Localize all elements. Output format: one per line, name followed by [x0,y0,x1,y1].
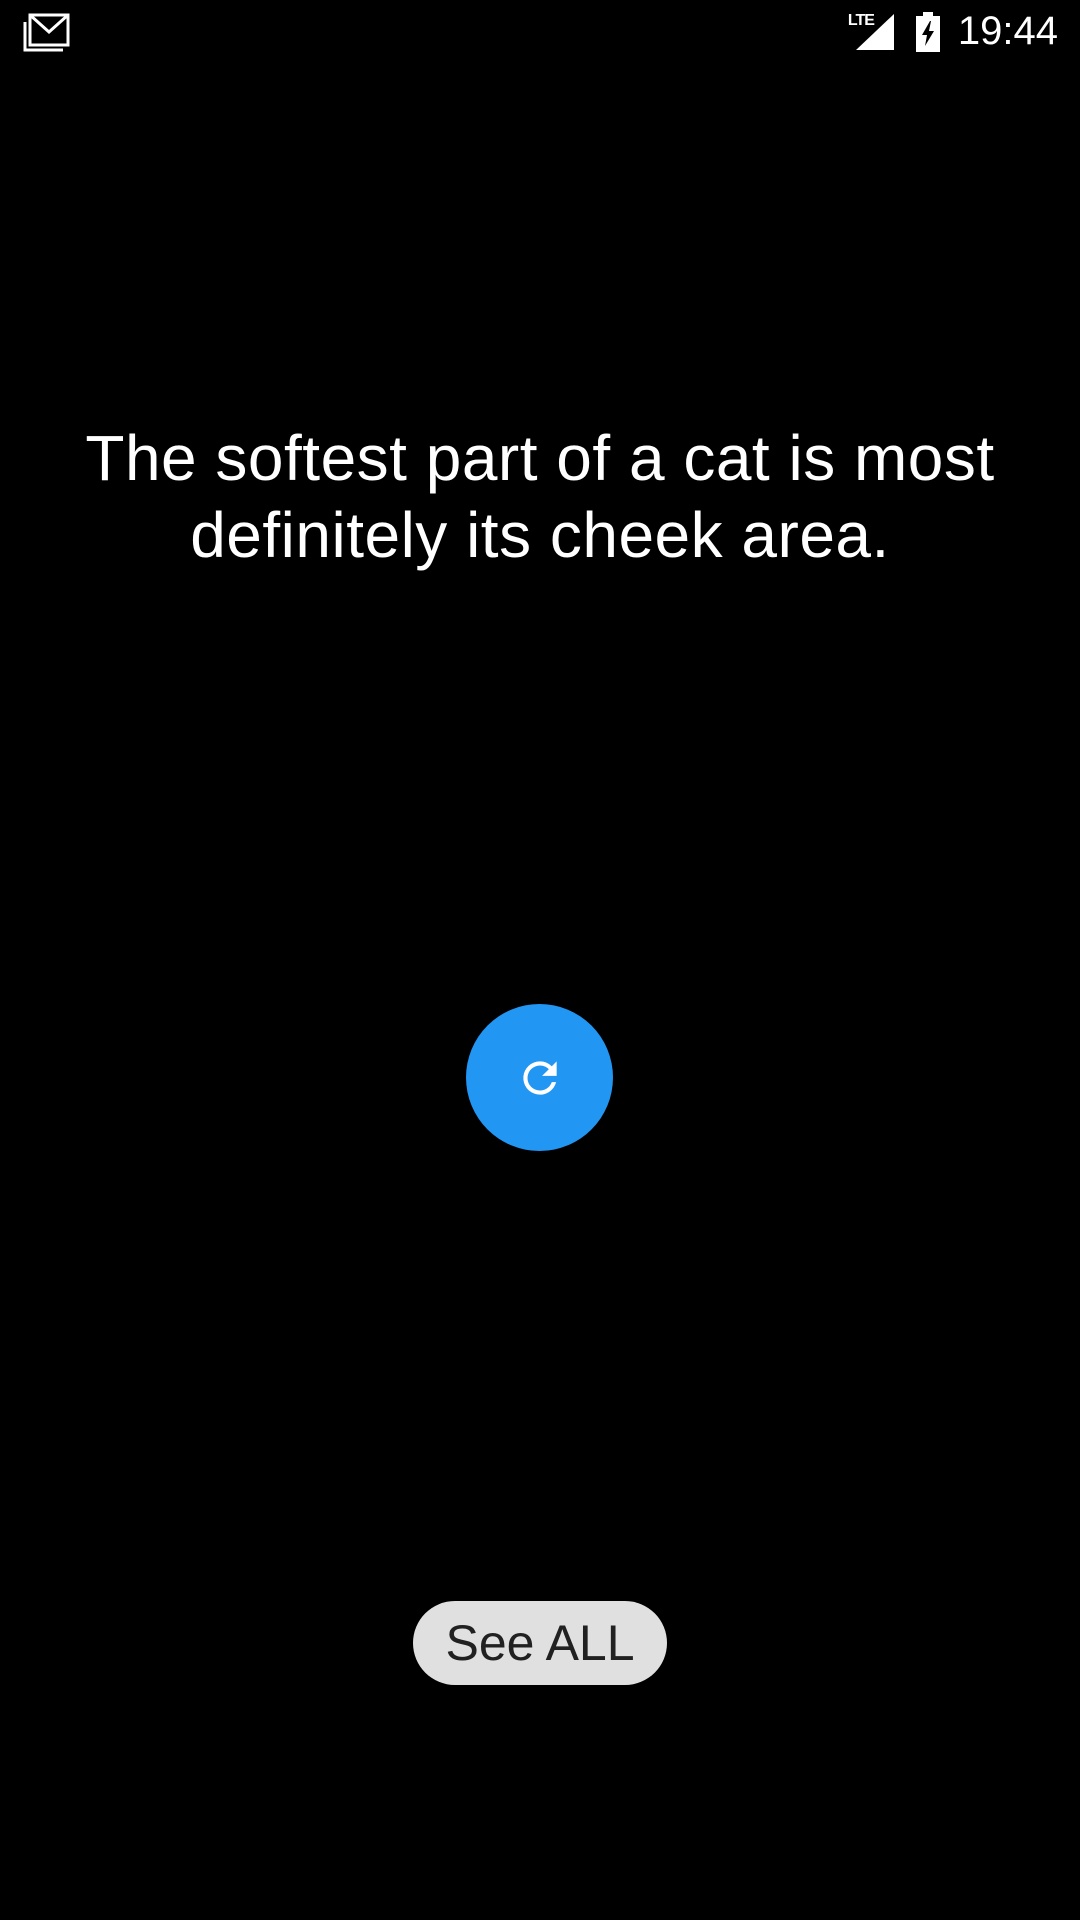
gmail-icon [23,12,71,52]
cell-signal-icon: LTE [848,12,896,52]
refresh-icon [515,1053,565,1103]
refresh-button[interactable] [466,1004,613,1151]
cat-fact-text: The softest part of a cat is most defini… [85,422,995,571]
status-bar: LTE 19:44 [0,0,1080,63]
battery-charging-icon [915,11,940,52]
status-time: 19:44 [957,9,1058,53]
see-all-button[interactable]: See ALL [413,1601,667,1685]
